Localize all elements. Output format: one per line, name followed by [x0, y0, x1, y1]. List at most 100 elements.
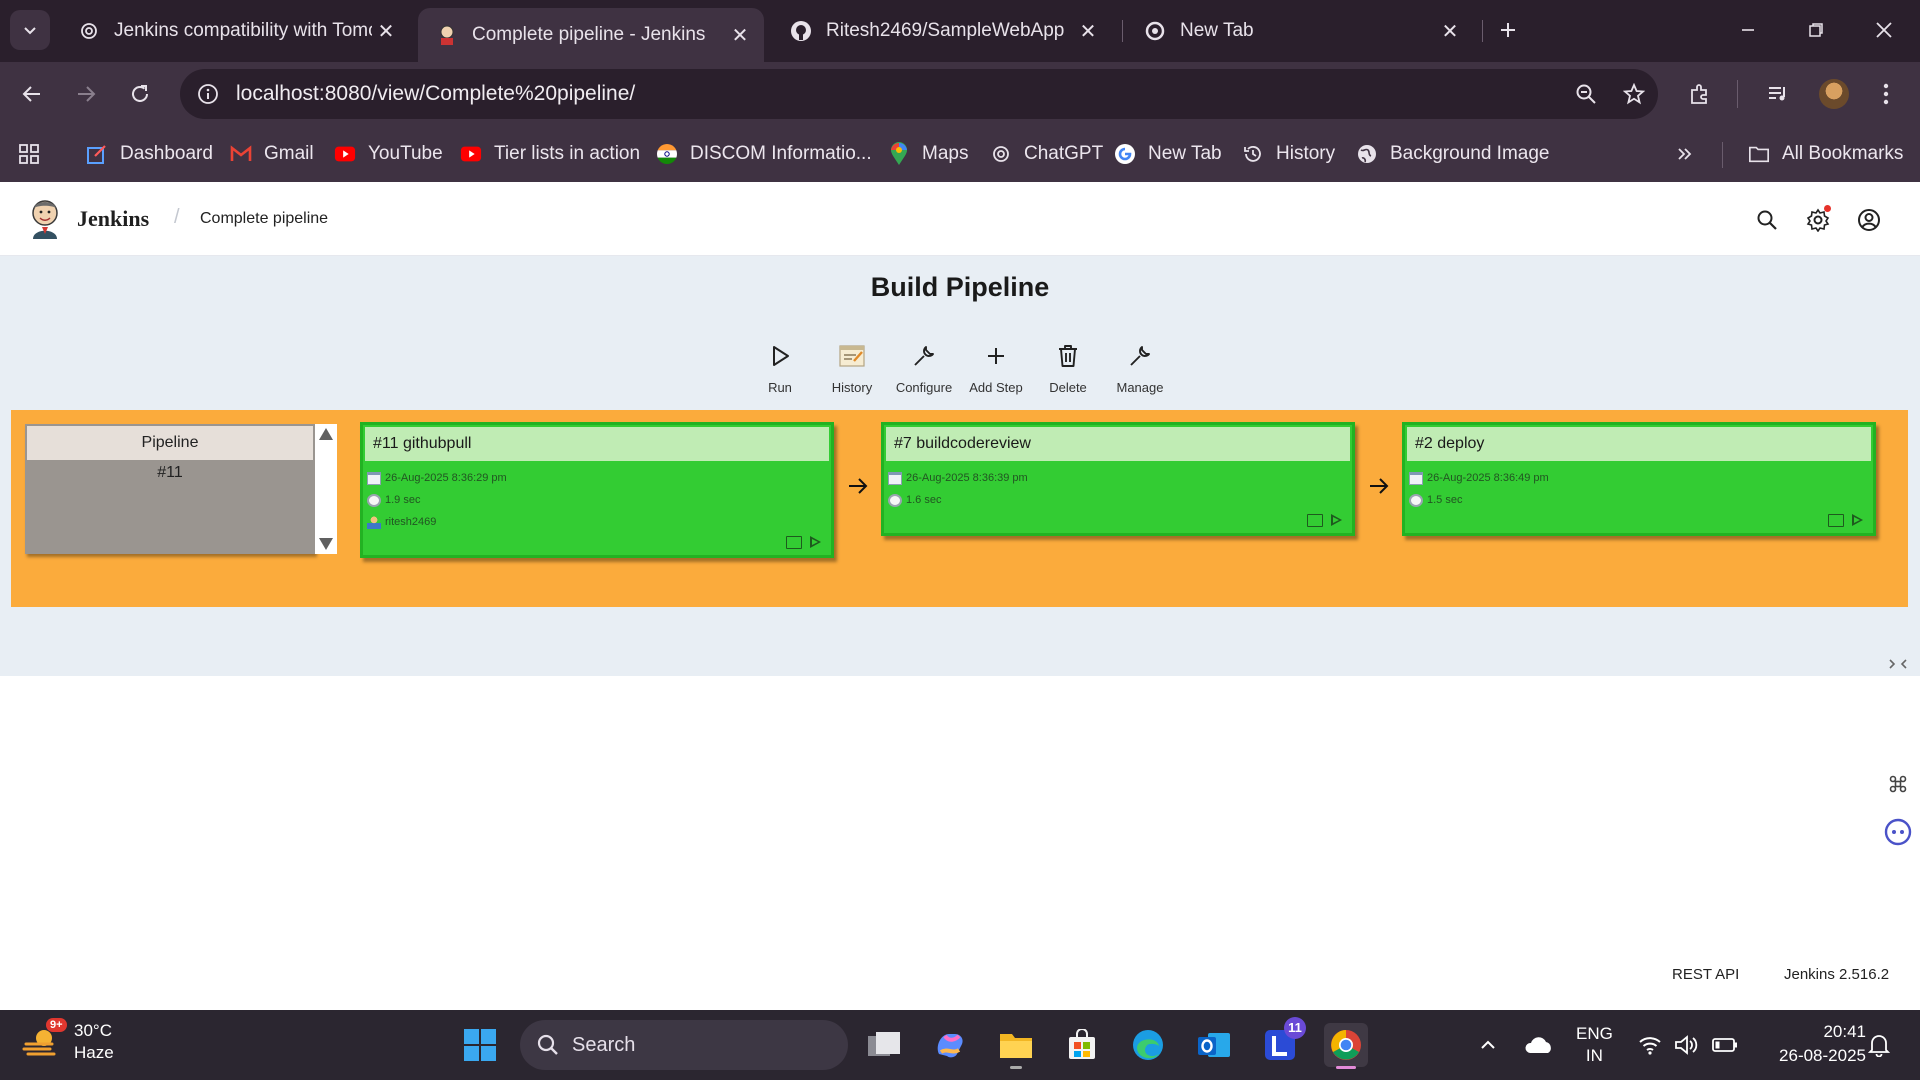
user-account-button[interactable]	[1854, 205, 1884, 235]
reload-button[interactable]	[120, 74, 160, 114]
network-button[interactable]	[1638, 1010, 1662, 1080]
bookmark-discom[interactable]: DISCOM Informatio...	[656, 140, 872, 168]
task-view-button[interactable]	[862, 1023, 906, 1067]
scroll-up-icon[interactable]	[319, 428, 333, 440]
bookmark-new-tab[interactable]: New Tab	[1114, 140, 1222, 168]
console-icon[interactable]	[1307, 514, 1323, 527]
configure-button[interactable]: Configure	[889, 338, 959, 395]
stage-card-githubpull[interactable]: #11 githubpull 26-Aug-2025 8:36:29 pm 1.…	[360, 422, 834, 558]
close-icon[interactable]: ✕	[726, 23, 754, 48]
url-text[interactable]: localhost:8080/view/Complete%20pipeline/	[236, 82, 635, 106]
file-explorer-button[interactable]	[994, 1023, 1038, 1069]
pipeline-scrollbar[interactable]	[315, 424, 337, 554]
manage-button[interactable]: Manage	[1105, 338, 1175, 395]
volume-button[interactable]	[1674, 1010, 1698, 1080]
rest-api-link[interactable]: REST API	[1672, 966, 1739, 983]
stage-card-buildcodereview[interactable]: #7 buildcodereview 26-Aug-2025 8:36:39 p…	[881, 422, 1355, 536]
close-icon[interactable]: ✕	[372, 19, 400, 44]
battery-button[interactable]	[1712, 1010, 1738, 1080]
bookmark-maps[interactable]: Maps	[888, 140, 968, 168]
minimize-button[interactable]	[1720, 8, 1776, 52]
bookmark-star-icon[interactable]	[1622, 82, 1646, 106]
back-button[interactable]	[12, 74, 52, 114]
show-hidden-icons-button[interactable]	[1478, 1010, 1498, 1080]
browser-menu-button[interactable]	[1866, 74, 1906, 114]
restore-button[interactable]	[1788, 8, 1844, 52]
pipeline-card[interactable]: Pipeline #11	[25, 424, 315, 554]
tab-search-dropdown[interactable]	[10, 10, 50, 50]
bookmark-gmail[interactable]: Gmail	[230, 140, 314, 168]
stage-title[interactable]: #11 githubpull	[365, 427, 829, 461]
manage-jenkins-button[interactable]	[1803, 205, 1833, 235]
tab-github-repo[interactable]: Ritesh2469/SampleWebApp ✕	[772, 8, 1112, 54]
folder-icon	[1000, 1034, 1032, 1058]
launcher-app-button[interactable]: 11	[1258, 1017, 1306, 1067]
weather-widget[interactable]: 9+ 30°C Haze	[22, 1018, 114, 1064]
arrow-right-icon	[1366, 473, 1392, 499]
openai-icon	[78, 20, 100, 42]
close-window-button[interactable]	[1856, 8, 1912, 52]
address-bar[interactable]: localhost:8080/view/Complete%20pipeline/	[180, 69, 1658, 119]
history-button[interactable]: History	[817, 338, 887, 395]
search-icon	[537, 1034, 558, 1055]
apps-button[interactable]	[18, 140, 52, 168]
bookmark-dashboard[interactable]: Dashboard	[86, 140, 213, 168]
language-indicator[interactable]: ENG IN	[1576, 1010, 1613, 1080]
tab-new-tab[interactable]: New Tab ✕	[1126, 8, 1474, 54]
media-controls-button[interactable]	[1758, 74, 1798, 114]
jenkins-brand[interactable]: Jenkins	[77, 206, 149, 232]
system-clock[interactable]: 20:41 26-08-2025	[1760, 1020, 1866, 1068]
close-icon[interactable]: ✕	[1074, 19, 1102, 44]
breadcrumb-complete-pipeline[interactable]: Complete pipeline	[200, 210, 328, 228]
scroll-down-icon[interactable]	[319, 538, 333, 550]
delete-button[interactable]: Delete	[1033, 338, 1103, 395]
start-button[interactable]	[458, 1023, 502, 1067]
new-tab-button[interactable]	[1482, 8, 1534, 52]
chrome-button[interactable]	[1324, 1023, 1368, 1069]
bookmark-tier-lists[interactable]: Tier lists in action	[460, 140, 640, 168]
all-bookmarks-button[interactable]: All Bookmarks	[1748, 140, 1903, 168]
extensions-button[interactable]	[1680, 74, 1720, 114]
stage-date: 26-Aug-2025 8:36:29 pm	[385, 472, 507, 484]
rebuild-icon[interactable]	[1852, 514, 1863, 526]
copilot-button[interactable]	[928, 1023, 972, 1067]
run-button[interactable]: Run	[745, 338, 815, 395]
command-button[interactable]	[1880, 766, 1916, 802]
bookmarks-overflow-button[interactable]	[1676, 140, 1694, 168]
trash-icon	[1033, 338, 1103, 374]
stage-title[interactable]: #7 buildcodereview	[886, 427, 1350, 461]
rebuild-icon[interactable]	[1331, 514, 1342, 526]
site-info-icon[interactable]	[196, 82, 220, 106]
bookmark-youtube[interactable]: YouTube	[334, 140, 443, 168]
forward-button[interactable]	[66, 74, 106, 114]
zoom-icon[interactable]	[1574, 82, 1598, 106]
pipeline-card-number[interactable]: #11	[25, 464, 315, 482]
bookmark-chatgpt[interactable]: ChatGPT	[990, 140, 1103, 168]
tab-complete-pipeline[interactable]: Complete pipeline - Jenkins ✕	[418, 8, 764, 62]
close-icon[interactable]: ✕	[1436, 19, 1464, 44]
jenkins-logo[interactable]	[28, 198, 62, 240]
play-icon	[745, 338, 815, 374]
rebuild-icon[interactable]	[810, 536, 821, 548]
jenkins-version-link[interactable]: Jenkins 2.516.2	[1784, 966, 1889, 983]
profile-button[interactable]	[1814, 74, 1854, 114]
tab-jenkins-compatibility[interactable]: Jenkins compatibility with Tomc ✕	[60, 8, 410, 54]
outlook-button[interactable]	[1192, 1023, 1236, 1067]
plus-icon	[1501, 23, 1515, 37]
stage-card-deploy[interactable]: #2 deploy 26-Aug-2025 8:36:49 pm 1.5 sec	[1402, 422, 1876, 536]
add-step-button[interactable]: Add Step	[961, 338, 1031, 395]
search-button[interactable]	[1752, 205, 1782, 235]
onedrive-button[interactable]	[1524, 1010, 1554, 1080]
console-icon[interactable]	[786, 536, 802, 549]
taskbar-search[interactable]: Search	[520, 1020, 848, 1070]
bookmark-background-image[interactable]: Background Image	[1356, 140, 1550, 168]
edge-button[interactable]	[1126, 1023, 1170, 1067]
microsoft-store-button[interactable]	[1060, 1023, 1104, 1067]
stage-duration: 1.6 sec	[906, 494, 942, 506]
stage-title[interactable]: #2 deploy	[1407, 427, 1871, 461]
assistant-button[interactable]	[1880, 814, 1916, 850]
console-icon[interactable]	[1828, 514, 1844, 527]
bookmark-history[interactable]: History	[1242, 140, 1335, 168]
notifications-button[interactable]	[1868, 1010, 1890, 1080]
collapse-sidebar-button[interactable]	[1880, 646, 1916, 682]
